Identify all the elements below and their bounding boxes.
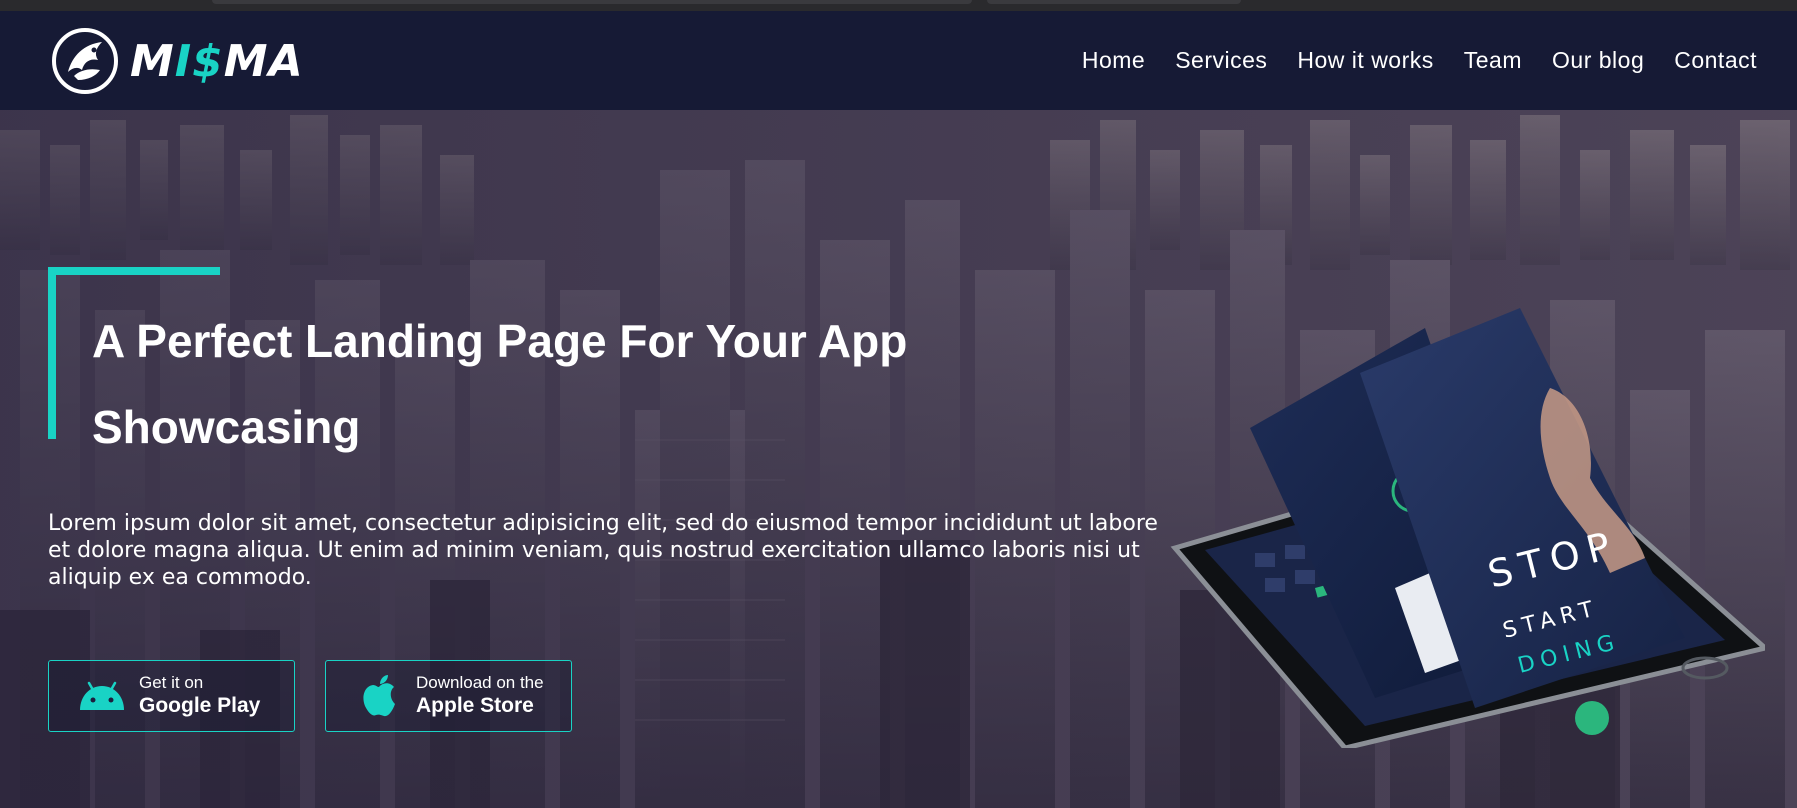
google-play-small-label: Get it on [139, 673, 204, 692]
apple-store-big-label: Apple Store [416, 694, 534, 717]
logo-wordmark: MI$MA [130, 36, 304, 87]
apple-store-labels: Download on the Apple Store [416, 673, 544, 719]
logo-wordmark-part: MA [223, 35, 304, 87]
nav-how-it-works[interactable]: How it works [1297, 47, 1433, 74]
nav-our-blog[interactable]: Our blog [1552, 47, 1644, 74]
apple-store-button[interactable]: Download on the Apple Store [325, 660, 572, 732]
logo-wordmark-part: I$ [174, 35, 224, 87]
google-play-big-label: Google Play [139, 694, 261, 717]
title-accent-bar [48, 267, 56, 439]
google-play-button[interactable]: Get it on Google Play [48, 660, 295, 732]
title-accent-bar [48, 267, 220, 275]
logo-wordmark-part: M [130, 35, 175, 87]
browser-tab[interactable] [212, 0, 972, 4]
browser-tab[interactable] [987, 0, 1241, 4]
phone-app-mockup: STOP START DOING [1170, 308, 1765, 748]
nav-team[interactable]: Team [1464, 47, 1522, 74]
google-play-labels: Get it on Google Play [139, 673, 260, 719]
hero-title: A Perfect Landing Page For Your App Show… [92, 315, 908, 453]
logo[interactable]: MI$MA [50, 26, 370, 96]
eagle-logo-icon [52, 28, 118, 94]
nav-services[interactable]: Services [1175, 47, 1267, 74]
hero-section: A Perfect Landing Page For Your App Show… [0, 110, 1797, 808]
apple-icon [352, 674, 406, 718]
apple-store-small-label: Download on the [416, 673, 544, 692]
main-nav: Home Services How it works Team Our blog… [1082, 11, 1757, 110]
hero-description: Lorem ipsum dolor sit amet, consectetur … [48, 511, 1158, 590]
nav-contact[interactable]: Contact [1674, 47, 1757, 74]
nav-home[interactable]: Home [1082, 47, 1145, 74]
navbar: MI$MA Home Services How it works Team Ou… [0, 11, 1797, 110]
browser-tab-strip [0, 0, 1797, 11]
android-icon [75, 674, 129, 718]
